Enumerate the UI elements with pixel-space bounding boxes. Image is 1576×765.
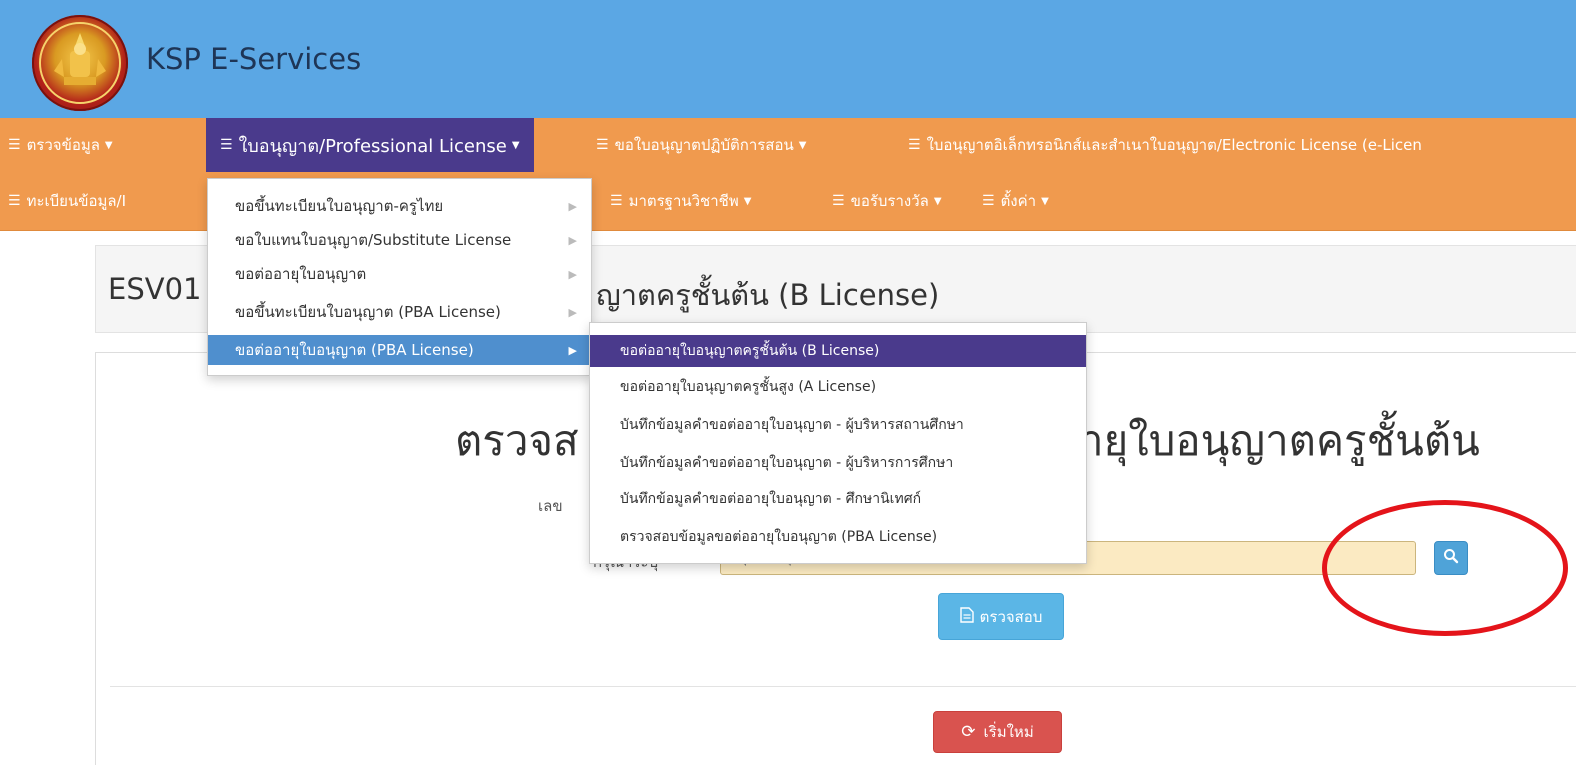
nav-label: ขอใบอนุญาตปฏิบัติการสอน — [614, 136, 794, 154]
red-circle-annotation — [1322, 500, 1568, 636]
submenu-item-label: บันทึกข้อมูลคำขอต่ออายุใบอนุญาต - ผู้บริ… — [620, 417, 964, 433]
submenu-item-b-license[interactable]: ขอต่ออายุใบอนุญาตครูชั้นต้น (B License) — [590, 335, 1086, 367]
nav-label: มาตรฐานวิชาชีพ — [628, 192, 739, 210]
list-icon: ☰ — [908, 137, 921, 153]
refresh-icon: ⟳ — [961, 722, 976, 742]
list-icon: ☰ — [596, 137, 609, 153]
list-icon: ☰ — [220, 137, 233, 153]
submenu-item-education-admin[interactable]: บันทึกข้อมูลคำขอต่ออายุใบอนุญาต - ผู้บริ… — [590, 447, 1086, 479]
ksp-logo[interactable] — [32, 15, 128, 111]
nav-electronic-license[interactable]: ☰ ใบอนุญาตอิเล็กทรอนิกส์และสำเนาใบอนุญาต… — [908, 118, 1422, 172]
caret-right-icon: ▶ — [568, 267, 577, 281]
menu-item-register-thai-teacher[interactable]: ขอขึ้นทะเบียนใบอนุญาต-ครูไทย ▶ — [208, 191, 591, 221]
caret-down-icon: ▼ — [743, 195, 752, 207]
submenu-item-supervisor[interactable]: บันทึกข้อมูลคำขอต่ออายุใบอนุญาต - ศึกษาน… — [590, 483, 1086, 515]
license-dropdown-menu: ขอขึ้นทะเบียนใบอนุญาต-ครูไทย ▶ ขอใบแทนใบ… — [207, 178, 592, 376]
nav-label: ใบอนุญาต/Professional License — [238, 135, 507, 157]
caret-down-icon: ▼ — [511, 139, 520, 151]
nav-teaching-permit[interactable]: ☰ ขอใบอนุญาตปฏิบัติการสอน ▼ — [596, 118, 806, 172]
list-icon: ☰ — [832, 193, 845, 209]
site-header: KSP E-Services — [0, 0, 1576, 118]
caret-down-icon: ▼ — [1041, 195, 1049, 207]
submenu-item-a-license[interactable]: ขอต่ออายุใบอนุญาตครูชั้นสูง (A License) — [590, 371, 1086, 403]
nav-label: ตั้งค่า — [1000, 192, 1037, 210]
nav-label: ทะเบียนข้อมูล/I — [26, 192, 127, 210]
list-icon: ☰ — [982, 193, 995, 209]
page-title-code: ESV01 — [108, 272, 202, 306]
menu-item-label: ขอขึ้นทะเบียนใบอนุญาต-ครูไทย — [235, 197, 444, 215]
menu-item-label: ขอใบแทนใบอนุญาต/Substitute License — [235, 231, 512, 249]
nav-label: ใบอนุญาตอิเล็กทรอนิกส์และสำเนาใบอนุญาต/E… — [926, 136, 1422, 154]
check-button[interactable]: ตรวจสอบ — [938, 593, 1064, 640]
submenu-item-label: ตรวจสอบข้อมูลขอต่ออายุใบอนุญาต (PBA Lice… — [620, 529, 938, 545]
nav-settings[interactable]: ☰ ตั้งค่า ▼ — [982, 174, 1049, 228]
caret-right-icon: ▶ — [568, 233, 577, 247]
menu-item-label: ขอขึ้นทะเบียนใบอนุญาต (PBA License) — [235, 303, 501, 321]
pba-submenu: ขอต่ออายุใบอนุญาตครูชั้นต้น (B License) … — [589, 322, 1087, 564]
menu-item-register-pba[interactable]: ขอขึ้นทะเบียนใบอนุญาต (PBA License) ▶ — [208, 297, 591, 327]
brand-title[interactable]: KSP E-Services — [146, 42, 361, 76]
submenu-item-school-admin[interactable]: บันทึกข้อมูลคำขอต่ออายุใบอนุญาต - ผู้บริ… — [590, 409, 1086, 441]
list-icon: ☰ — [610, 193, 623, 209]
nav-label: ตรวจข้อมูล — [26, 136, 100, 154]
submenu-item-label: บันทึกข้อมูลคำขอต่ออายุใบอนุญาต - ผู้บริ… — [620, 455, 954, 471]
menu-item-label: ขอต่ออายุใบอนุญาต (PBA License) — [235, 341, 474, 359]
menu-item-renew-license[interactable]: ขอต่ออายุใบอนุญาต ▶ — [208, 259, 591, 289]
license-number-label: เลข — [538, 497, 563, 515]
check-button-label: ตรวจสอบ — [979, 607, 1043, 626]
list-icon: ☰ — [8, 137, 21, 153]
caret-right-icon: ▶ — [568, 305, 577, 319]
caret-right-icon: ▶ — [568, 343, 577, 357]
form-heading-end: ายุใบอนุญาตครูชั้นต้น — [1080, 416, 1480, 465]
menu-item-substitute-license[interactable]: ขอใบแทนใบอนุญาต/Substitute License ▶ — [208, 225, 591, 255]
caret-down-icon: ▼ — [798, 139, 807, 151]
caret-right-icon: ▶ — [568, 199, 577, 213]
nav-check-data[interactable]: ☰ ตรวจข้อมูล ▼ — [8, 118, 113, 172]
divider — [110, 686, 1576, 687]
document-icon — [959, 606, 974, 627]
nav-awards[interactable]: ☰ ขอรับรางวัล ▼ — [832, 174, 942, 228]
nav-professional-standards[interactable]: ☰ มาตรฐานวิชาชีพ ▼ — [610, 174, 751, 228]
caret-down-icon: ▼ — [104, 139, 113, 151]
reset-button[interactable]: ⟳ เริ่มใหม่ — [933, 711, 1062, 753]
nav-professional-license[interactable]: ☰ ใบอนุญาต/Professional License ▼ — [206, 118, 534, 172]
submenu-item-check-pba[interactable]: ตรวจสอบข้อมูลขอต่ออายุใบอนุญาต (PBA Lice… — [590, 521, 1086, 553]
submenu-item-label: ขอต่ออายุใบอนุญาตครูชั้นสูง (A License) — [620, 379, 877, 395]
menu-item-label: ขอต่ออายุใบอนุญาต — [235, 265, 367, 283]
nav-registration[interactable]: ☰ ทะเบียนข้อมูล/I — [8, 174, 126, 228]
page-title-text: ญาตครูชั้นต้น (B License) — [596, 278, 940, 312]
submenu-item-label: ขอต่ออายุใบอนุญาตครูชั้นต้น (B License) — [620, 343, 880, 359]
caret-down-icon: ▼ — [933, 195, 942, 207]
reset-button-label: เริ่มใหม่ — [983, 723, 1034, 741]
nav-label: ขอรับรางวัล — [850, 192, 929, 210]
form-heading-start: ตรวจส — [455, 416, 579, 465]
submenu-item-label: บันทึกข้อมูลคำขอต่ออายุใบอนุญาต - ศึกษาน… — [620, 491, 922, 507]
menu-item-renew-pba[interactable]: ขอต่ออายุใบอนุญาต (PBA License) ▶ — [208, 335, 591, 365]
list-icon: ☰ — [8, 193, 21, 209]
